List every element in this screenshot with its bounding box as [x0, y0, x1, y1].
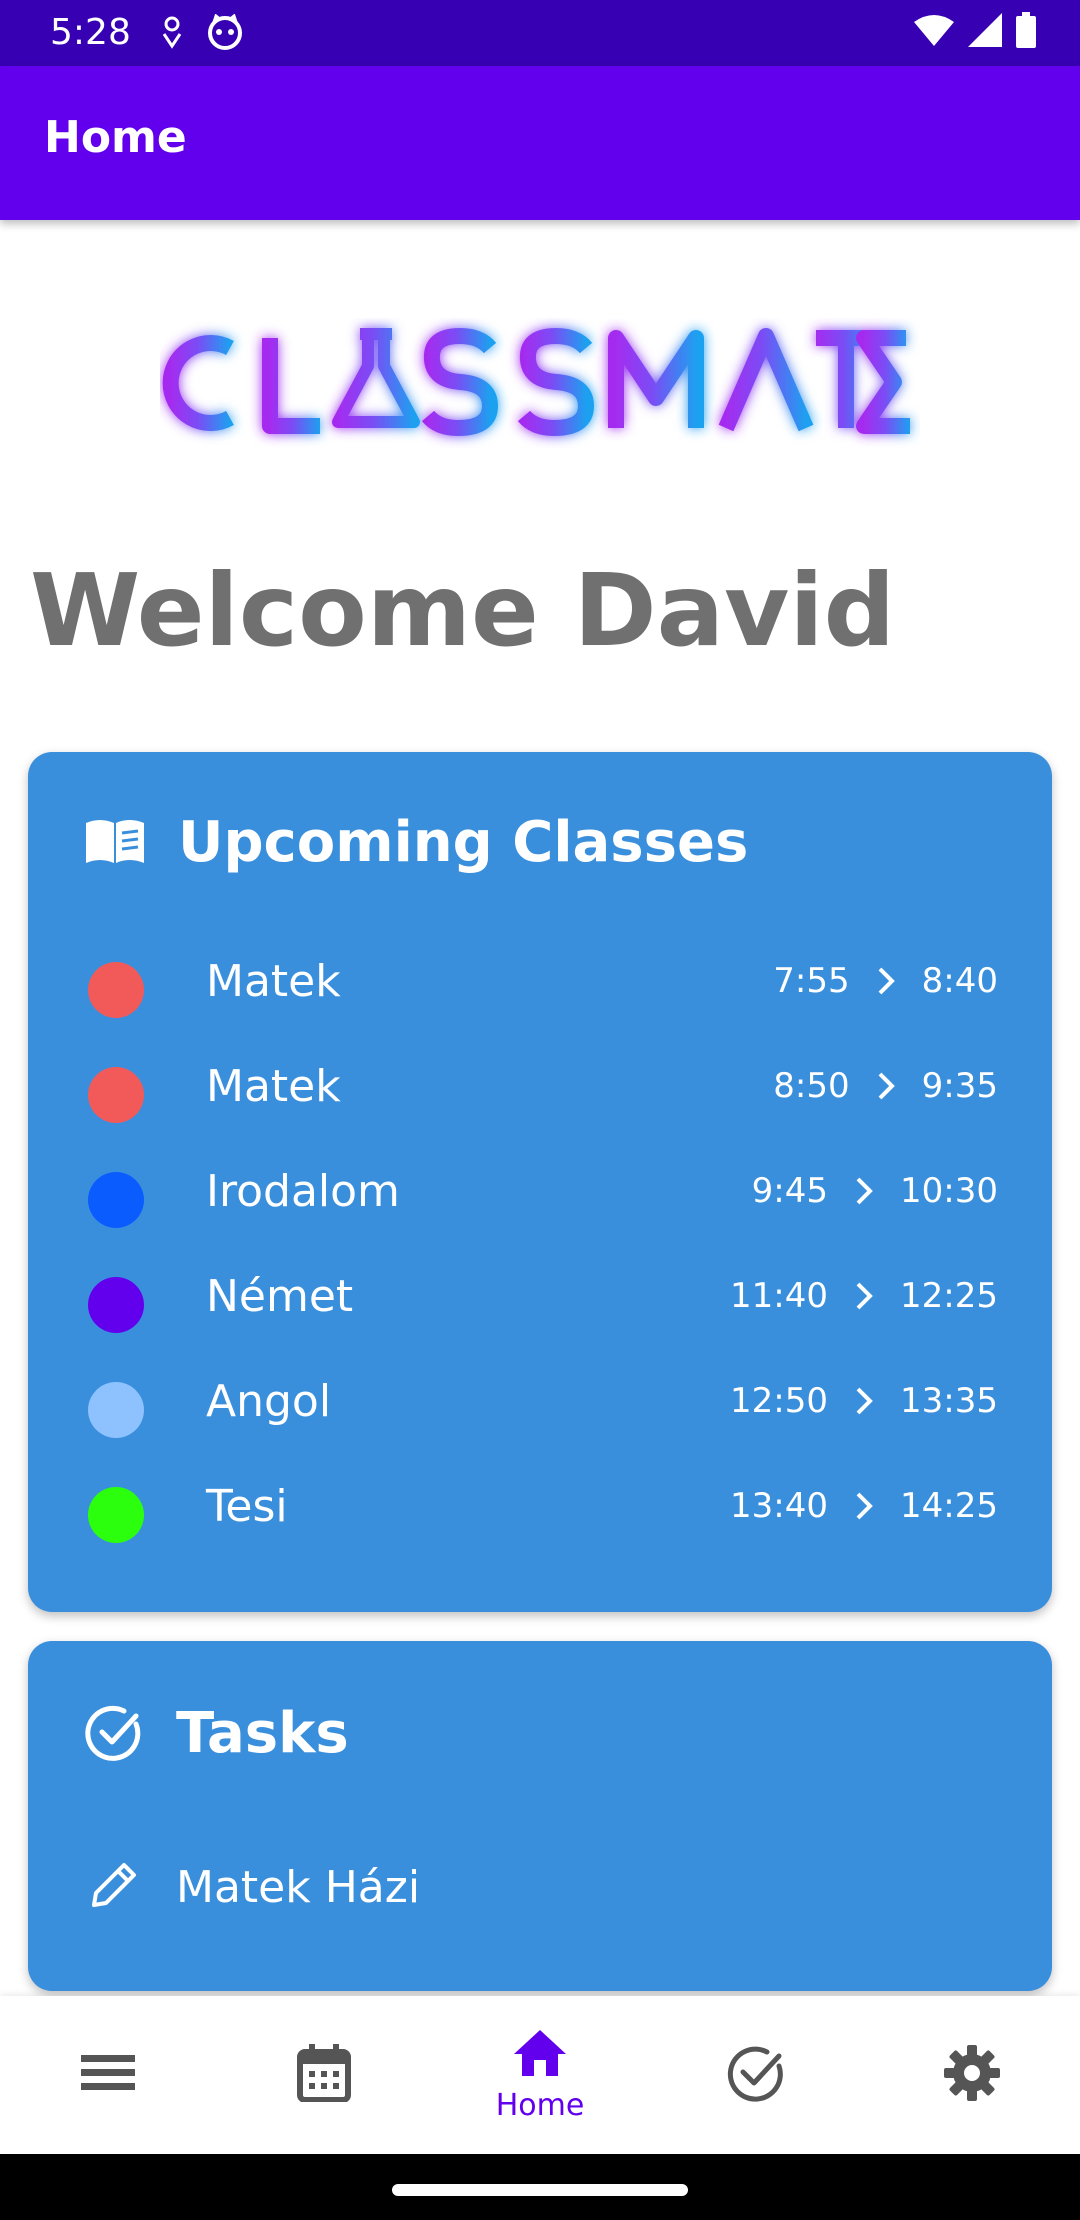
chevron-right-icon — [864, 956, 908, 1006]
class-end-time: 12:25 — [900, 1276, 998, 1316]
class-row[interactable]: Matek 8:50 9:35 — [88, 1057, 998, 1137]
class-color-dot — [88, 962, 144, 1018]
class-end-time: 10:30 — [900, 1171, 998, 1211]
upcoming-classes-header: Upcoming Classes — [84, 810, 748, 875]
class-start-time: 13:40 — [730, 1486, 829, 1526]
nav-item-settings[interactable] — [864, 1996, 1080, 2154]
class-name: Irodalom — [206, 1166, 400, 1217]
chevron-right-icon — [842, 1376, 886, 1426]
tasks-header: Tasks — [84, 1701, 349, 1766]
class-name: Angol — [206, 1376, 332, 1427]
system-navigation-bar — [0, 2154, 1080, 2220]
app-bar-title: Home — [44, 112, 187, 163]
class-color-dot — [88, 1277, 144, 1333]
wifi-icon — [914, 14, 954, 50]
class-times: 11:40 12:25 — [730, 1271, 998, 1321]
task-item[interactable]: Matek Házi — [88, 1859, 420, 1915]
home-gesture-handle[interactable] — [392, 2184, 688, 2196]
class-name: Tesi — [206, 1481, 288, 1532]
notification-icon — [158, 14, 186, 54]
class-color-dot — [88, 1172, 144, 1228]
class-name: Matek — [206, 956, 341, 1007]
class-start-time: 7:55 — [773, 961, 850, 1001]
calendar-icon — [297, 2044, 351, 2106]
class-start-time: 11:40 — [730, 1276, 829, 1316]
pencil-icon — [88, 1859, 140, 1915]
status-time: 5:28 — [50, 12, 131, 53]
class-times: 8:50 9:35 — [773, 1061, 998, 1111]
status-bar: 5:28 — [0, 0, 1080, 66]
task-label: Matek Házi — [176, 1861, 421, 1913]
welcome-heading: Welcome David — [30, 552, 896, 669]
upcoming-classes-card: Upcoming Classes Matek 7:55 8:40 Matek 8… — [28, 752, 1052, 1612]
status-notification-icons — [158, 13, 244, 54]
class-times: 9:45 10:30 — [752, 1166, 998, 1216]
tasks-title: Tasks — [176, 1701, 349, 1766]
class-name: Német — [206, 1271, 354, 1322]
app-bar: Home — [0, 66, 1080, 220]
class-row[interactable]: Matek 7:55 8:40 — [88, 952, 998, 1032]
class-start-time: 8:50 — [773, 1066, 850, 1106]
home-icon — [512, 2028, 568, 2082]
classmate-logo — [160, 318, 920, 448]
class-row[interactable]: Tesi 13:40 14:25 — [88, 1477, 998, 1557]
class-end-time: 14:25 — [900, 1486, 998, 1526]
chevron-right-icon — [842, 1271, 886, 1321]
chevron-right-icon — [842, 1166, 886, 1216]
upcoming-classes-title: Upcoming Classes — [178, 810, 749, 875]
class-start-time: 9:45 — [751, 1171, 829, 1211]
nav-label-home: Home — [495, 2087, 585, 2123]
class-name: Matek — [206, 1061, 341, 1112]
class-end-time: 13:35 — [900, 1381, 998, 1421]
class-row[interactable]: Angol 12:50 13:35 — [88, 1372, 998, 1452]
class-color-dot — [88, 1487, 144, 1543]
settings-icon — [944, 2045, 1000, 2105]
book-icon — [84, 815, 146, 871]
class-times: 7:55 8:40 — [773, 956, 998, 1006]
check-circle-icon — [84, 1702, 144, 1766]
chevron-right-icon — [842, 1481, 886, 1531]
bottom-navigation: Home — [0, 1996, 1080, 2154]
class-color-dot — [88, 1067, 144, 1123]
class-times: 12:50 13:35 — [730, 1376, 998, 1426]
class-end-time: 8:40 — [921, 961, 998, 1001]
class-end-time: 9:35 — [921, 1066, 998, 1106]
nav-item-home[interactable]: Home — [432, 1996, 648, 2154]
nav-item-tasks[interactable] — [648, 1996, 864, 2154]
battery-icon — [1016, 12, 1036, 52]
class-color-dot — [88, 1382, 144, 1438]
check-circle-icon — [727, 2044, 785, 2106]
status-system-icons — [914, 12, 1036, 52]
class-times: 13:40 14:25 — [730, 1481, 998, 1531]
class-start-time: 12:50 — [730, 1381, 829, 1421]
list-icon — [81, 2053, 135, 2097]
cat-icon — [206, 13, 244, 54]
tasks-card: Tasks Matek Házi — [28, 1641, 1052, 1991]
signal-icon — [968, 13, 1002, 51]
class-row[interactable]: Német 11:40 12:25 — [88, 1267, 998, 1347]
class-row[interactable]: Irodalom 9:45 10:30 — [88, 1162, 998, 1242]
chevron-right-icon — [864, 1061, 908, 1111]
nav-item-calendar[interactable] — [216, 1996, 432, 2154]
nav-item-list[interactable] — [0, 1996, 216, 2154]
